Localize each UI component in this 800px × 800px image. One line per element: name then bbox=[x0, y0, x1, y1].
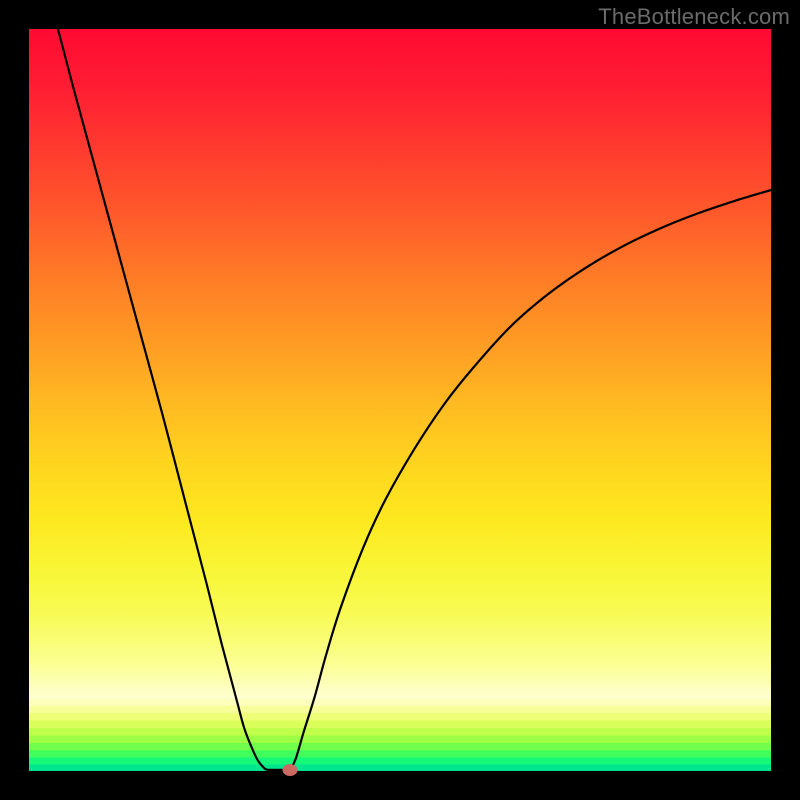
plot-area bbox=[29, 29, 771, 771]
bottleneck-curve bbox=[29, 29, 771, 771]
minimum-marker bbox=[283, 764, 298, 776]
curve-path bbox=[58, 29, 771, 771]
watermark-text: TheBottleneck.com bbox=[598, 4, 790, 30]
chart-frame: TheBottleneck.com bbox=[0, 0, 800, 800]
